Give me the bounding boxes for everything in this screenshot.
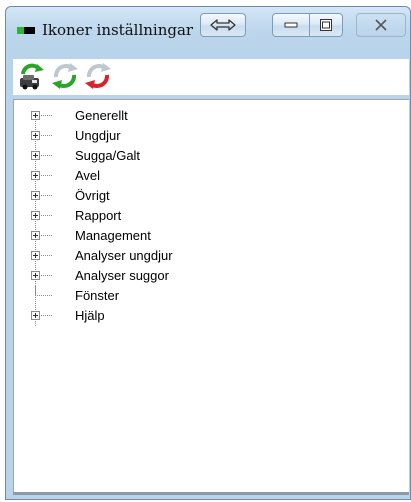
car-sync-icon	[20, 63, 44, 90]
tree-item-hjalp[interactable]: Hjälp	[14, 306, 409, 326]
tree-item-label: Rapport	[75, 208, 122, 223]
expand-plus-icon[interactable]	[31, 231, 40, 240]
settings-window: Ikoner inställningar Generellt Ungdjur S…	[5, 6, 411, 500]
expand-plus-icon[interactable]	[31, 211, 40, 220]
tree-item-ungdjur[interactable]: Ungdjur	[14, 126, 409, 146]
green-sync-button[interactable]	[50, 61, 80, 91]
tree-item-rapport[interactable]: Rapport	[14, 206, 409, 226]
tree-item-analyser-ungdjur[interactable]: Analyser ungdjur	[14, 246, 409, 266]
swap-arrows-icon	[210, 19, 236, 31]
tree-item-avel[interactable]: Avel	[14, 166, 409, 186]
red-sync-icon	[85, 63, 111, 89]
maximize-icon	[320, 19, 332, 31]
tree-item-label: Analyser ungdjur	[75, 248, 173, 263]
expand-plus-icon[interactable]	[31, 151, 40, 160]
tree-item-label: Sugga/Galt	[75, 148, 141, 163]
minimize-icon	[284, 22, 298, 28]
tree-item-fonster[interactable]: Fönster	[14, 286, 409, 306]
swap-button[interactable]	[200, 13, 246, 37]
tree-item-label: Avel	[75, 168, 101, 183]
close-icon	[375, 19, 387, 31]
expand-plus-icon[interactable]	[31, 191, 40, 200]
maximize-button[interactable]	[309, 13, 343, 37]
settings-tree-panel: Generellt Ungdjur Sugga/Galt Avel Övrigt	[13, 99, 409, 495]
tree-item-label: Analyser suggor	[75, 268, 169, 283]
tree-item-label: Fönster	[75, 288, 120, 303]
red-sync-button[interactable]	[83, 61, 113, 91]
settings-tree: Generellt Ungdjur Sugga/Galt Avel Övrigt	[14, 106, 409, 327]
close-button[interactable]	[356, 13, 406, 37]
tree-item-label: Övrigt	[75, 188, 110, 203]
tree-item-sugga-galt[interactable]: Sugga/Galt	[14, 146, 409, 166]
title-bar[interactable]: Ikoner inställningar	[6, 7, 410, 51]
car-sync-button[interactable]	[17, 61, 47, 91]
expand-plus-icon[interactable]	[31, 311, 40, 320]
window-title: Ikoner inställningar	[42, 21, 194, 39]
tree-item-generellt[interactable]: Generellt	[14, 106, 409, 126]
tree-item-label: Ungdjur	[75, 128, 121, 143]
expand-plus-icon[interactable]	[31, 131, 40, 140]
green-sync-icon	[52, 63, 78, 89]
toolbar	[13, 59, 409, 95]
tree-item-label: Generellt	[75, 108, 128, 123]
expand-plus-icon[interactable]	[31, 271, 40, 280]
expand-plus-icon[interactable]	[31, 251, 40, 260]
app-icon	[17, 27, 35, 34]
tree-item-label: Hjälp	[75, 308, 105, 323]
expand-plus-icon[interactable]	[31, 171, 40, 180]
tree-item-analyser-suggor[interactable]: Analyser suggor	[14, 266, 409, 286]
tree-item-ovrigt[interactable]: Övrigt	[14, 186, 409, 206]
expand-plus-icon[interactable]	[31, 111, 40, 120]
tree-item-management[interactable]: Management	[14, 226, 409, 246]
tree-item-label: Management	[75, 228, 151, 243]
minimize-button[interactable]	[272, 13, 310, 37]
